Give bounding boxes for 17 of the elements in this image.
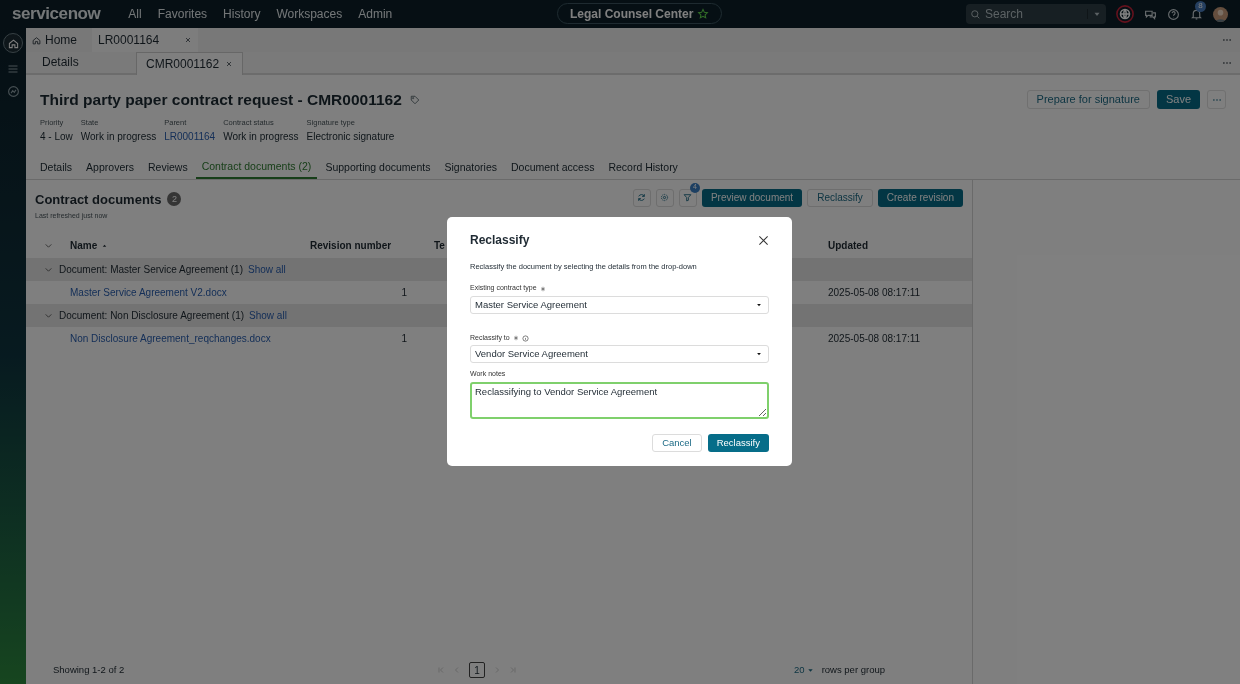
group-label: Document: Non Disclosure Agreement (1) <box>59 308 245 323</box>
table-cell-text: 1 <box>400 331 407 346</box>
rows-per-group-label: rows per group <box>821 662 885 677</box>
field-value: 4 - Low <box>40 129 73 144</box>
record-title: Third party paper contract request - CMR0001162 <box>40 90 402 110</box>
dialog-title: Reclassify <box>470 232 530 249</box>
section-title: Contract documents <box>35 190 162 209</box>
table-cell-text: 2025-05-08 08:17:11 <box>828 331 921 346</box>
count-badge: 2 <box>167 192 182 207</box>
field-value: Work in progress <box>223 129 299 144</box>
group-label: Document: Master Service Agreement (1) <box>59 262 243 277</box>
result-count: Showing 1-2 of 2 <box>53 662 125 677</box>
notification-badge: 8 <box>1195 0 1206 12</box>
table-cell-text: 2025-05-08 08:17:11 <box>828 285 921 300</box>
field-value: Work in progress <box>80 129 157 144</box>
table-cell-text: 1 <box>400 285 407 300</box>
field-value: Electronic signature <box>306 129 395 144</box>
